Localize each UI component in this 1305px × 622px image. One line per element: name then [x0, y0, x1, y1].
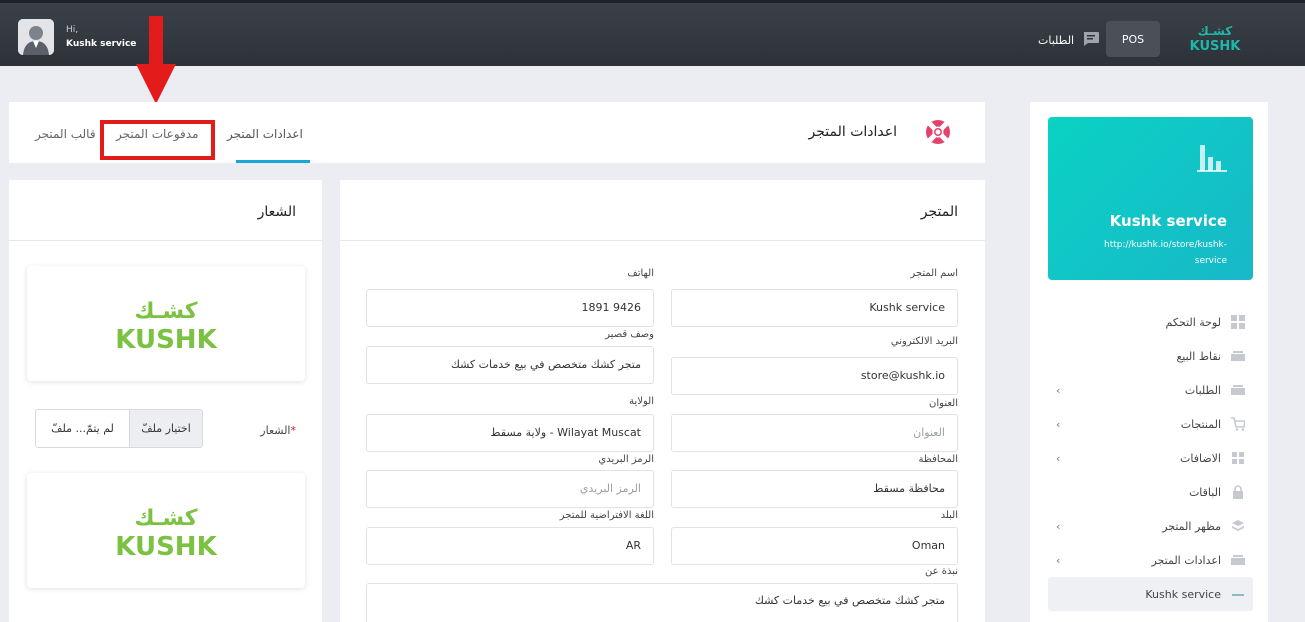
puzzle-icon — [1231, 451, 1245, 465]
lock-icon — [1231, 485, 1245, 499]
store-url[interactable]: http://kushk.io/store/kushk-service — [1077, 237, 1227, 269]
sidebar-item-addons[interactable]: ‹ الاضافات — [1048, 441, 1253, 475]
sidebar-item-packages[interactable]: الباقات — [1048, 475, 1253, 509]
governorate-select[interactable]: محافظة مسقط — [671, 470, 958, 508]
no-file-text: لم يتمّ... ملفّ — [51, 422, 114, 435]
top-bar: Hi, Kushk service الطلبات POS كشـك KUSHK — [0, 0, 1305, 66]
country-select[interactable]: Oman — [671, 527, 958, 565]
postal-input[interactable]: الرمز البريدي — [366, 470, 654, 508]
short-desc-input[interactable]: متجر كشك متخصص في بيع خدمات كشك — [366, 346, 654, 384]
sidebar-item-label: نقاط البيع — [1176, 349, 1221, 363]
sidebar-item-dashboard[interactable]: لوحة التحكم — [1048, 305, 1253, 339]
store-name-input[interactable]: Kushk service — [671, 289, 958, 327]
sidebar-item-products[interactable]: ‹ المنتجات — [1048, 407, 1253, 441]
tab-bar: قالب المتجر مدفوعات المتجر اعدادات المتج… — [9, 102, 985, 163]
store-card[interactable]: Kushk service http://kushk.io/store/kush… — [1048, 117, 1253, 280]
about-textarea[interactable]: متجر كشك متخصص في بيع خدمات كشك — [366, 583, 958, 622]
chart-icon — [1197, 143, 1227, 176]
panel-title: المتجر — [920, 204, 958, 220]
pos-button[interactable]: POS — [1106, 21, 1160, 57]
pos-icon — [1231, 349, 1245, 363]
store-form-panel: المتجر اسم المتجر Kushk service البريد ا… — [340, 180, 985, 622]
logo-preview-secondary: كشـك KUSHK — [27, 473, 305, 588]
language-label: اللغة الافتراضية للمتجر — [559, 510, 654, 521]
chevron-left-icon: ‹ — [1056, 554, 1061, 567]
sidebar-item-label: اعدادات المتجر — [1151, 553, 1221, 567]
address-input[interactable]: العنوان — [671, 414, 958, 452]
postal-label: الرمز البريدي — [598, 454, 654, 465]
sidebar-item-label: لوحة التحكم — [1165, 315, 1221, 329]
sidebar: Kushk service http://kushk.io/store/kush… — [1030, 102, 1268, 622]
highlight-annotation-box — [100, 120, 215, 160]
store-icon — [1231, 587, 1245, 601]
store-name: Kushk service — [1109, 212, 1227, 230]
chat-icon — [1082, 31, 1100, 50]
governorate-label: المحافظة — [918, 454, 958, 465]
sidebar-item-label: الاضافات — [1180, 451, 1221, 465]
orders-icon — [1231, 383, 1245, 397]
dashboard-icon — [1231, 315, 1245, 329]
orders-link[interactable]: الطلبات — [1038, 31, 1100, 50]
panel-title: الشعار — [257, 204, 296, 220]
svg-text:KUSHK: KUSHK — [115, 325, 217, 352]
logo-preview: كشـك KUSHK — [27, 266, 305, 381]
active-tab-indicator — [236, 160, 310, 163]
kushk-logo[interactable]: كشـك KUSHK — [1183, 23, 1247, 56]
sidebar-item-settings[interactable]: ‹ اعدادات المتجر — [1048, 543, 1253, 577]
logo-en-text: KUSHK — [1190, 39, 1242, 53]
sidebar-item-orders[interactable]: ‹ الطلبات — [1048, 373, 1253, 407]
sidebar-item-store[interactable]: Kushk service — [1048, 577, 1253, 611]
avatar — [18, 19, 54, 55]
orders-label: الطلبات — [1038, 34, 1075, 47]
chevron-left-icon: ‹ — [1056, 520, 1061, 533]
kushk-logo-image: كشـك KUSHK — [115, 299, 217, 352]
logo-field-label: الشعار* — [260, 424, 296, 437]
state-select[interactable]: ولاية مسقط - Wilayat Muscat — [366, 414, 654, 452]
page-title: اعدادات المتجر — [808, 124, 897, 140]
logo-file-input[interactable]: لم يتمّ... ملفّ اختيار ملفّ — [35, 409, 203, 448]
tab-store-settings[interactable]: اعدادات المتجر — [227, 127, 303, 141]
sidebar-item-label: Kushk service — [1145, 587, 1221, 601]
sidebar-item-label: المنتجات — [1180, 417, 1221, 431]
panel-header: الشعار — [9, 180, 322, 241]
logo-panel: الشعار كشـك KUSHK لم يتمّ... ملفّ اختيار… — [9, 180, 322, 622]
choose-file-button[interactable]: اختيار ملفّ — [129, 410, 202, 447]
sidebar-item-label: مظهر المتجر — [1162, 519, 1221, 533]
chevron-left-icon: ‹ — [1056, 418, 1061, 431]
logo-ar-text: كشـك — [1198, 24, 1232, 38]
red-arrow-annotation — [136, 16, 176, 104]
user-name: Kushk service — [66, 39, 137, 49]
sidebar-item-label: الباقات — [1188, 485, 1221, 499]
greeting-text: Hi, — [66, 25, 79, 35]
phone-label: الهاتف — [627, 268, 654, 279]
required-mark: * — [290, 424, 297, 437]
settings-icon — [1231, 553, 1245, 567]
state-label: الولاية — [629, 396, 654, 407]
chevron-left-icon: ‹ — [1056, 384, 1061, 397]
sidebar-item-pos[interactable]: نقاط البيع — [1048, 339, 1253, 373]
tab-store-template[interactable]: قالب المتجر — [35, 127, 96, 141]
user-menu[interactable]: Hi, Kushk service — [18, 19, 136, 55]
country-label: البلد — [940, 510, 958, 521]
sidebar-nav: لوحة التحكم نقاط البيع ‹ الطلبات ‹ المنت… — [1048, 305, 1253, 611]
svg-text:KUSHK: KUSHK — [115, 532, 217, 559]
store-name-label: اسم المتجر — [910, 268, 958, 279]
email-input[interactable]: store@kushk.io — [671, 357, 958, 395]
address-label: العنوان — [929, 398, 958, 409]
panel-header: المتجر — [340, 180, 985, 241]
short-desc-label: وصف قصير — [605, 329, 654, 340]
lifebuoy-icon — [924, 118, 952, 149]
kushk-logo-image: كشـك KUSHK — [115, 506, 217, 559]
chevron-left-icon: ‹ — [1056, 452, 1061, 465]
sidebar-item-appearance[interactable]: ‹ مظهر المتجر — [1048, 509, 1253, 543]
svg-text:كشـك: كشـك — [134, 299, 197, 324]
palette-icon — [1231, 519, 1245, 533]
about-label: نبذة عن — [924, 566, 958, 577]
sidebar-item-label: الطلبات — [1184, 383, 1221, 397]
email-label: البريد الالكتروني — [890, 336, 958, 347]
svg-text:كشـك: كشـك — [134, 506, 197, 531]
cart-icon — [1231, 417, 1246, 431]
phone-input[interactable]: 1891 9426 — [366, 289, 654, 327]
language-select[interactable]: AR — [366, 527, 654, 565]
